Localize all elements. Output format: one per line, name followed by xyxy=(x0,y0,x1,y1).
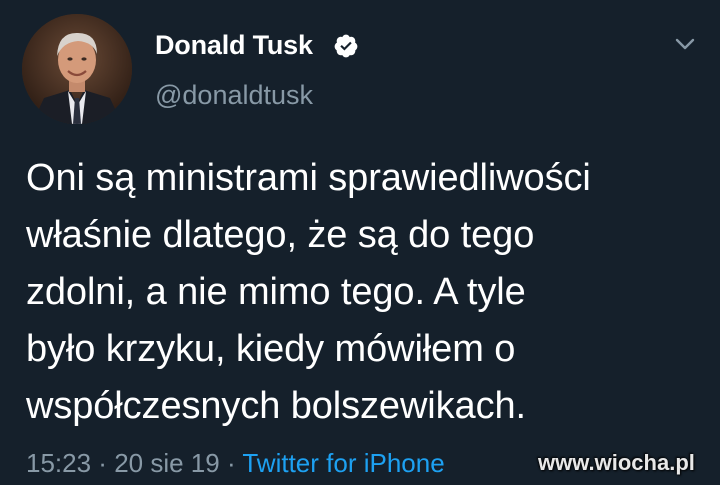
tweet-time[interactable]: 15:23 xyxy=(26,448,91,478)
meta-separator: · xyxy=(91,448,115,478)
tweet-meta: 15:23 · 20 sie 19 · Twitter for iPhone xyxy=(26,448,445,479)
avatar[interactable] xyxy=(22,14,132,124)
user-handle[interactable]: @donaldtusk xyxy=(155,80,313,111)
watermark: www.wiocha.pl xyxy=(538,450,695,475)
display-name[interactable]: Donald Tusk xyxy=(155,30,313,61)
tweet-text: Oni są ministrami sprawiedliwości właśni… xyxy=(26,157,591,427)
tweet-source-link[interactable]: Twitter for iPhone xyxy=(242,448,444,478)
tweet-date[interactable]: 20 sie 19 xyxy=(114,448,220,478)
tweet-card: Donald Tusk @donaldtusk Oni są ministram… xyxy=(0,0,720,485)
avatar-image xyxy=(22,14,132,124)
meta-separator: · xyxy=(219,448,243,478)
verified-badge-icon xyxy=(333,33,359,59)
chevron-down-icon[interactable] xyxy=(674,36,696,52)
